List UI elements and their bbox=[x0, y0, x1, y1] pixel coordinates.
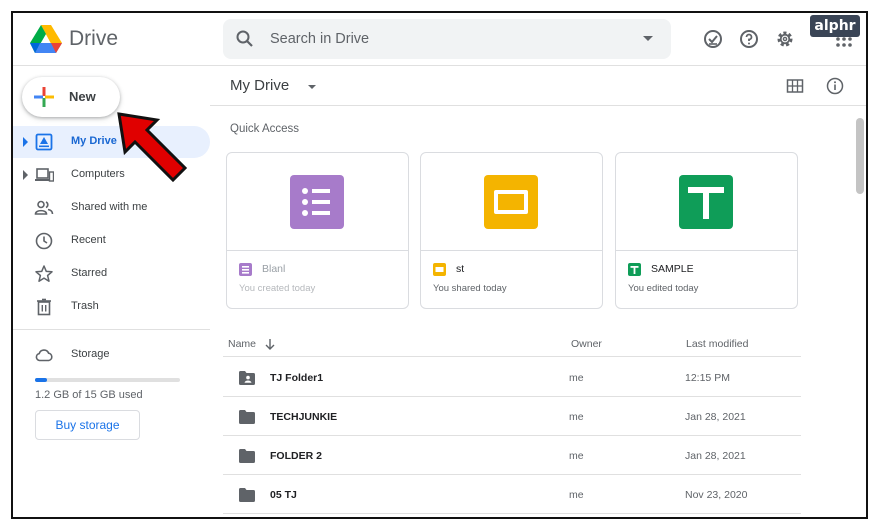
sidebar-item-label: Recent bbox=[71, 234, 106, 246]
folder-icon bbox=[239, 449, 255, 463]
people-icon bbox=[34, 200, 54, 215]
storage-usage-text: 1.2 GB of 15 GB used bbox=[35, 389, 143, 401]
file-name: TJ Folder1 bbox=[270, 372, 324, 384]
file-name: FOLDER 2 bbox=[270, 450, 322, 462]
shared-folder-icon bbox=[239, 371, 255, 385]
scrollbar[interactable] bbox=[855, 106, 865, 517]
watermark-badge: alphr bbox=[810, 15, 860, 37]
card-activity: You created today bbox=[239, 283, 316, 294]
card-activity: You edited today bbox=[628, 283, 699, 294]
card-thumbnail bbox=[421, 153, 602, 251]
search-bar[interactable]: Search in Drive bbox=[223, 19, 671, 59]
card-thumbnail bbox=[616, 153, 797, 251]
quick-access-card[interactable]: st You shared today bbox=[420, 152, 603, 309]
card-file-name: st bbox=[456, 263, 465, 275]
sidebar-item-label: Storage bbox=[71, 348, 110, 360]
table-row[interactable]: TJ Folder1 me 12:15 PM bbox=[223, 358, 801, 397]
sidebar-item-recent[interactable]: Recent bbox=[13, 225, 210, 257]
expand-arrow-icon[interactable] bbox=[23, 170, 28, 180]
main-content: My Drive Quick Access Blanl You created … bbox=[210, 66, 866, 517]
file-name: TECHJUNKIE bbox=[270, 411, 338, 423]
plus-icon bbox=[34, 87, 54, 107]
search-options-icon[interactable] bbox=[643, 36, 653, 41]
sheets-icon bbox=[628, 263, 641, 276]
storage-usage-fill bbox=[35, 378, 47, 382]
sheets-icon bbox=[679, 175, 733, 229]
settings-gear-icon[interactable] bbox=[774, 28, 796, 50]
forms-icon bbox=[239, 263, 252, 276]
sidebar-item-starred[interactable]: Starred bbox=[13, 258, 210, 290]
sidebar-item-label: My Drive bbox=[71, 135, 117, 147]
new-button-label: New bbox=[69, 89, 96, 104]
grid-view-icon[interactable] bbox=[786, 77, 804, 95]
clock-icon bbox=[35, 232, 53, 250]
cloud-icon bbox=[35, 349, 53, 362]
table-row[interactable]: TECHJUNKIE me Jan 28, 2021 bbox=[223, 397, 801, 436]
forms-icon bbox=[290, 175, 344, 229]
sidebar-item-trash[interactable]: Trash bbox=[13, 291, 210, 323]
file-owner: me bbox=[569, 450, 584, 462]
chevron-down-icon[interactable] bbox=[308, 85, 316, 89]
drive-logo-icon[interactable] bbox=[30, 25, 62, 53]
storage-usage-bar bbox=[35, 378, 180, 382]
quick-access-card[interactable]: SAMPLE You edited today bbox=[615, 152, 798, 309]
slides-icon bbox=[433, 263, 446, 276]
sidebar-item-label: Shared with me bbox=[71, 201, 148, 213]
file-last-modified: Jan 28, 2021 bbox=[685, 450, 746, 462]
quick-access-card[interactable]: Blanl You created today bbox=[226, 152, 409, 309]
file-name: 05 TJ bbox=[270, 489, 297, 501]
file-owner: me bbox=[569, 411, 584, 423]
help-icon[interactable] bbox=[738, 28, 760, 50]
trash-icon bbox=[37, 298, 51, 316]
slides-icon bbox=[484, 175, 538, 229]
quick-access-label: Quick Access bbox=[230, 123, 300, 135]
sidebar-item-shared-with-me[interactable]: Shared with me bbox=[13, 192, 210, 224]
file-owner: me bbox=[569, 372, 584, 384]
column-header-last-modified[interactable]: Last modified bbox=[686, 338, 748, 350]
file-owner: me bbox=[569, 489, 584, 501]
computer-icon bbox=[35, 168, 54, 182]
offline-ready-icon[interactable] bbox=[702, 28, 724, 50]
card-file-name: Blanl bbox=[262, 263, 286, 275]
card-activity: You shared today bbox=[433, 283, 507, 294]
column-header-name[interactable]: Name bbox=[228, 338, 256, 350]
table-row[interactable]: 05 TJ me Nov 23, 2020 bbox=[223, 475, 801, 514]
app-window: alphr Drive Search in Drive New My Drive… bbox=[11, 11, 868, 519]
search-icon[interactable] bbox=[235, 29, 255, 49]
file-last-modified: Nov 23, 2020 bbox=[685, 489, 748, 501]
search-input[interactable]: Search in Drive bbox=[270, 31, 369, 47]
my-drive-icon bbox=[35, 133, 53, 151]
main-toolbar: My Drive bbox=[210, 66, 866, 106]
folder-icon bbox=[239, 410, 255, 424]
folder-icon bbox=[239, 488, 255, 502]
top-header: Drive Search in Drive bbox=[13, 13, 866, 66]
page-title[interactable]: My Drive bbox=[230, 77, 289, 94]
info-icon[interactable] bbox=[825, 76, 845, 96]
column-header-owner[interactable]: Owner bbox=[571, 338, 602, 350]
sidebar-item-label: Trash bbox=[71, 300, 99, 312]
sidebar-item-storage[interactable]: Storage bbox=[13, 339, 210, 371]
expand-arrow-icon[interactable] bbox=[23, 137, 28, 147]
card-file-name: SAMPLE bbox=[651, 263, 694, 275]
file-last-modified: 12:15 PM bbox=[685, 372, 730, 384]
arrow-down-icon[interactable] bbox=[265, 338, 275, 350]
annotation-arrow-icon bbox=[117, 112, 188, 183]
star-icon bbox=[35, 265, 53, 282]
new-button[interactable]: New bbox=[22, 77, 120, 117]
file-last-modified: Jan 28, 2021 bbox=[685, 411, 746, 423]
sidebar-item-label: Starred bbox=[71, 267, 108, 279]
scrollbar-thumb[interactable] bbox=[856, 118, 864, 194]
file-list-header: Name Owner Last modified bbox=[223, 329, 801, 357]
card-thumbnail bbox=[227, 153, 408, 251]
table-row[interactable]: FOLDER 2 me Jan 28, 2021 bbox=[223, 436, 801, 475]
buy-storage-button[interactable]: Buy storage bbox=[35, 410, 140, 440]
app-name: Drive bbox=[69, 27, 119, 50]
sidebar-divider bbox=[13, 329, 210, 330]
